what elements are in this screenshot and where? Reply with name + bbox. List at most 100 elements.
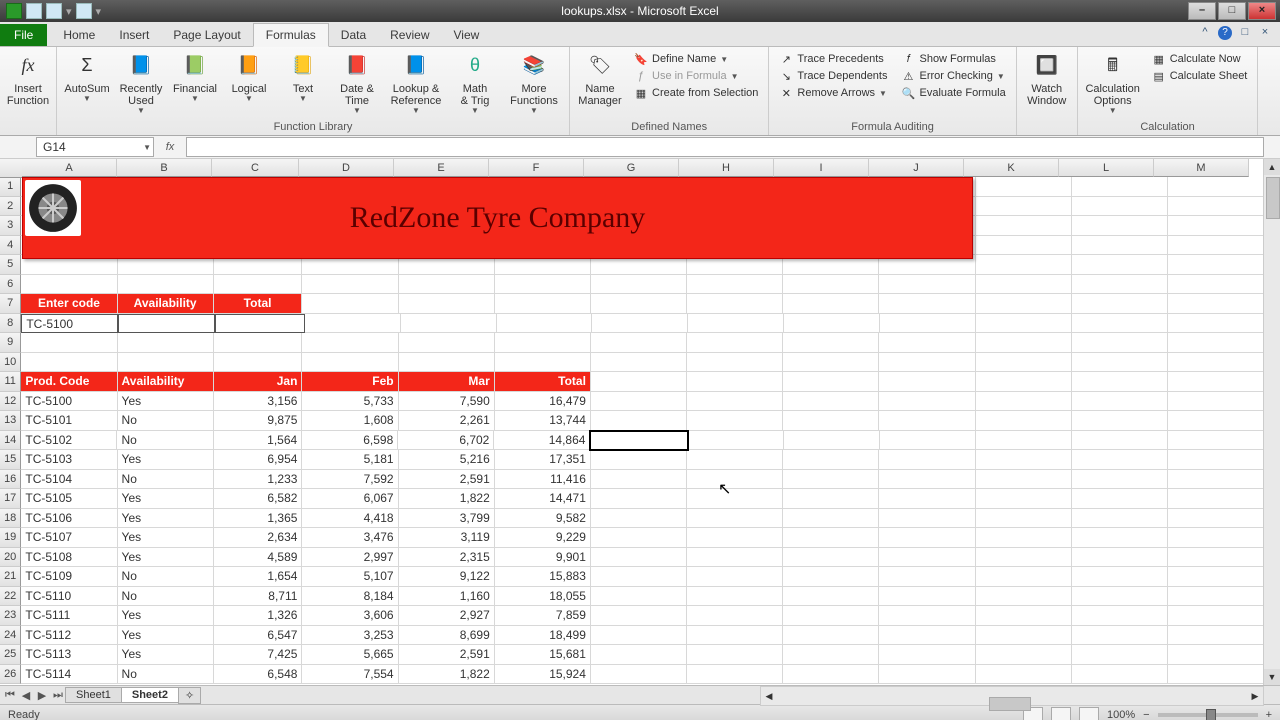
cell[interactable] — [1168, 431, 1264, 451]
cell[interactable]: 5,181 — [302, 450, 398, 470]
cell[interactable] — [687, 606, 783, 626]
col-header-F[interactable]: F — [489, 159, 584, 177]
cell[interactable]: 1,233 — [214, 470, 303, 490]
cell[interactable] — [21, 333, 117, 353]
cell[interactable] — [1168, 236, 1264, 256]
cell[interactable] — [1168, 509, 1264, 529]
row-header[interactable]: 2 — [0, 197, 21, 217]
cell[interactable] — [879, 528, 975, 548]
cell[interactable] — [783, 353, 879, 373]
cell[interactable] — [1168, 353, 1264, 373]
page-break-view-button[interactable] — [1079, 707, 1099, 720]
cell[interactable] — [879, 645, 975, 665]
cell[interactable] — [976, 450, 1072, 470]
cell[interactable]: TC-5109 — [21, 567, 117, 587]
col-header-J[interactable]: J — [869, 159, 964, 177]
recently-used-button[interactable]: 📘Recently Used▼ — [115, 49, 167, 118]
cell[interactable] — [879, 450, 975, 470]
qat-redo-icon[interactable] — [76, 3, 92, 19]
sheet-tab-1[interactable]: Sheet1 — [65, 687, 122, 703]
cell[interactable] — [591, 626, 687, 646]
cell[interactable] — [976, 216, 1072, 236]
row-header[interactable]: 1 — [0, 177, 21, 197]
cell[interactable]: Total — [495, 372, 591, 392]
cell[interactable] — [1168, 314, 1264, 334]
cell[interactable] — [687, 548, 783, 568]
cell[interactable] — [1168, 372, 1264, 392]
trace-dependents-button[interactable]: ↘Trace Dependents — [775, 68, 891, 84]
cell[interactable] — [495, 294, 591, 314]
sheet-nav-last[interactable]: ⏭ — [50, 689, 66, 702]
define-name-button[interactable]: 🔖Define Name ▼ — [630, 51, 762, 67]
close-button[interactable]: × — [1248, 2, 1276, 20]
cell[interactable] — [976, 411, 1072, 431]
cell[interactable] — [1072, 626, 1168, 646]
zoom-out-button[interactable]: − — [1143, 709, 1149, 720]
row-header[interactable]: 26 — [0, 665, 21, 685]
cell[interactable]: TC-5113 — [21, 645, 117, 665]
cell[interactable]: 5,107 — [302, 567, 398, 587]
cell[interactable] — [976, 197, 1072, 217]
cell[interactable] — [687, 509, 783, 529]
tab-view[interactable]: View — [442, 24, 492, 46]
cell[interactable]: Yes — [118, 509, 214, 529]
cell[interactable]: 17,351 — [495, 450, 591, 470]
cell[interactable] — [976, 606, 1072, 626]
calculate-sheet-button[interactable]: ▤Calculate Sheet — [1148, 68, 1252, 84]
cell[interactable]: 2,591 — [399, 645, 495, 665]
cell[interactable]: 11,416 — [495, 470, 591, 490]
cell[interactable] — [976, 236, 1072, 256]
cell[interactable] — [783, 567, 879, 587]
cell[interactable] — [1168, 587, 1264, 607]
cell[interactable]: Yes — [118, 489, 214, 509]
help-icon[interactable]: ? — [1218, 26, 1232, 40]
cell[interactable]: 3,606 — [302, 606, 398, 626]
tab-page-layout[interactable]: Page Layout — [161, 24, 252, 46]
vertical-scrollbar[interactable]: ▲ ▼ — [1263, 159, 1280, 685]
row-header[interactable]: 9 — [0, 333, 21, 353]
hscroll-thumb[interactable] — [989, 697, 1031, 711]
cell[interactable]: 3,119 — [399, 528, 495, 548]
math-trig-button[interactable]: θMath & Trig▼ — [449, 49, 501, 118]
cell[interactable] — [1072, 372, 1168, 392]
cell[interactable] — [783, 450, 879, 470]
cell[interactable] — [591, 294, 687, 314]
cell[interactable] — [1168, 411, 1264, 431]
cell[interactable] — [1072, 548, 1168, 568]
col-header-M[interactable]: M — [1154, 159, 1249, 177]
cell[interactable] — [783, 587, 879, 607]
cell[interactable] — [1072, 431, 1168, 451]
cell[interactable] — [1168, 450, 1264, 470]
cell[interactable] — [1072, 236, 1168, 256]
cell[interactable] — [880, 314, 976, 334]
maximize-button[interactable]: □ — [1218, 2, 1246, 20]
cell[interactable] — [1168, 528, 1264, 548]
cell[interactable] — [1168, 392, 1264, 412]
cell[interactable] — [1168, 567, 1264, 587]
cell[interactable] — [976, 392, 1072, 412]
cell[interactable]: 4,589 — [214, 548, 303, 568]
cell[interactable] — [1072, 567, 1168, 587]
cell[interactable]: Availability — [118, 294, 214, 314]
cell[interactable] — [976, 528, 1072, 548]
row-header[interactable]: 22 — [0, 587, 21, 607]
cell[interactable]: TC-5112 — [21, 626, 117, 646]
cell[interactable] — [783, 275, 879, 295]
cell[interactable] — [1072, 509, 1168, 529]
col-header-I[interactable]: I — [774, 159, 869, 177]
insert-function-button[interactable]: fxInsert Function — [4, 49, 52, 109]
cell[interactable] — [879, 411, 975, 431]
watch-window-button[interactable]: 🔲Watch Window — [1021, 49, 1073, 109]
cell[interactable]: Enter code — [21, 294, 117, 314]
cell[interactable] — [1072, 587, 1168, 607]
text-button[interactable]: 📒Text▼ — [277, 49, 329, 106]
cell[interactable] — [783, 665, 879, 685]
cell[interactable] — [976, 255, 1072, 275]
cell[interactable] — [976, 665, 1072, 685]
tab-insert[interactable]: Insert — [107, 24, 161, 46]
cell[interactable] — [592, 314, 688, 334]
scroll-down-button[interactable]: ▼ — [1264, 669, 1280, 685]
cell[interactable] — [495, 353, 591, 373]
cell[interactable] — [591, 645, 687, 665]
cell[interactable] — [1168, 197, 1264, 217]
